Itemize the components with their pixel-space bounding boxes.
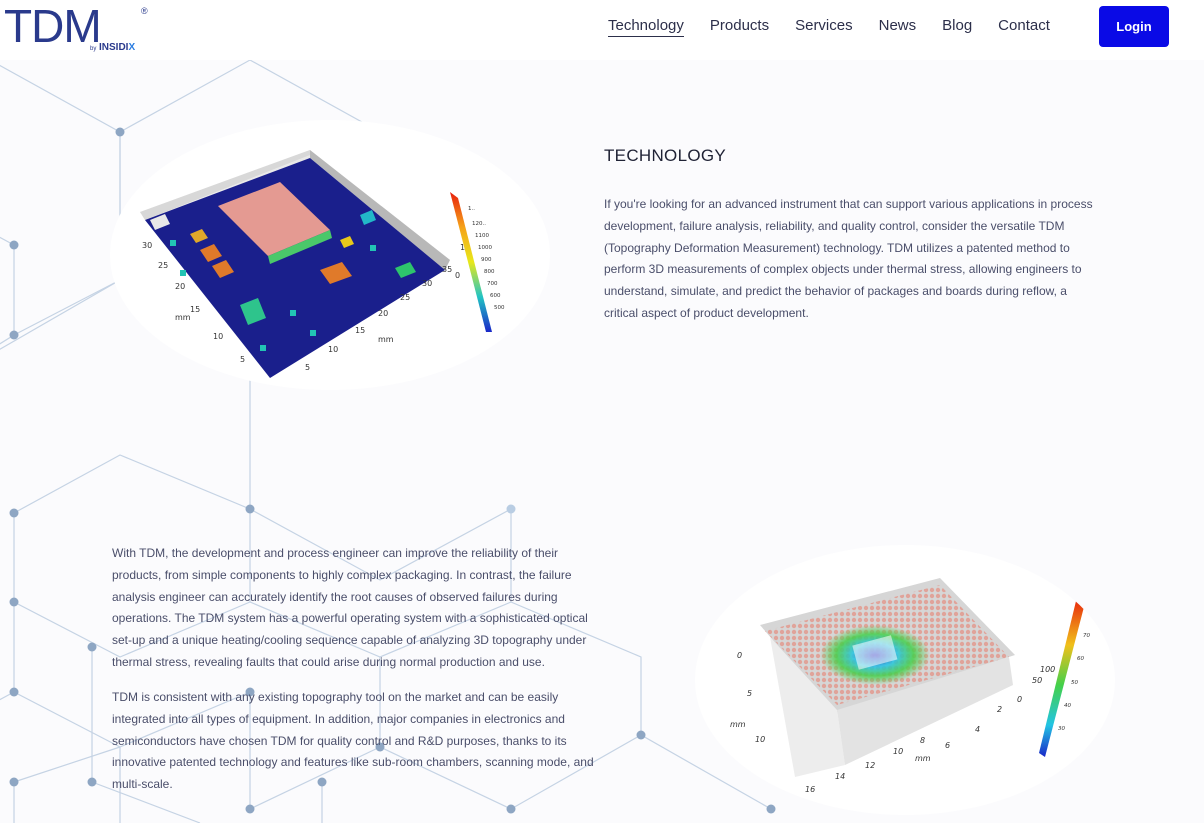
- fig1-x-tick: 10: [213, 332, 223, 341]
- fig2-y-tick: 6: [945, 741, 950, 750]
- fig1-x-tick: 5: [240, 355, 245, 364]
- nav-technology[interactable]: Technology: [608, 16, 684, 37]
- fig1-colorbar-tick: 500: [494, 305, 505, 311]
- compatibility-text: TDM is consistent with any existing topo…: [112, 690, 594, 792]
- fig1-x-tick: 20: [175, 282, 185, 291]
- fig2-y-tick: 8: [920, 736, 925, 745]
- fig2-x-tick: 14: [835, 772, 845, 781]
- fig2-colorbar-tick: 60: [1077, 656, 1084, 662]
- fig2-z-tick: 100: [1040, 665, 1055, 674]
- fig1-y-tick: 20: [378, 309, 388, 318]
- fig2-colorbar-tick: 30: [1058, 726, 1065, 732]
- logo-company: INSIDIX: [99, 42, 135, 53]
- fig2-x-tick: 5: [747, 689, 752, 698]
- fig1-colorbar-tick: 1100: [475, 233, 489, 239]
- fig2-y-tick: 4: [975, 725, 980, 734]
- nav-contact[interactable]: Contact: [998, 16, 1050, 37]
- login-button[interactable]: Login: [1099, 6, 1169, 47]
- fig1-x-tick: 15: [190, 305, 200, 314]
- fig2-y-tick: 10: [893, 747, 903, 756]
- pcb-3d-plot: 5 10 15 20 25 30 mm 5 10 15 20 25 30 35 …: [140, 150, 505, 378]
- nav-services[interactable]: Services: [795, 16, 853, 37]
- fig2-z-tick: 50: [1032, 676, 1042, 685]
- site-header: TDM ® by INSIDIX Technology Products Ser…: [0, 0, 1204, 60]
- fig1-y-tick: 15: [355, 326, 365, 335]
- fig1-colorbar-tick: 600: [490, 293, 501, 299]
- fig2-x-tick: 10: [755, 735, 765, 744]
- fig1-y-tick: 35: [442, 265, 452, 274]
- fig1-colorbar-tick: 1000: [478, 245, 492, 251]
- fig1-axis-label: mm: [378, 335, 394, 344]
- fig1-y-tick: 10: [328, 345, 338, 354]
- fig2-axis-label: mm: [730, 720, 746, 729]
- technology-intro-text: If you're looking for an advanced instru…: [604, 197, 1093, 320]
- logo-wordmark: TDM: [4, 0, 102, 52]
- fig2-colorbar-tick: 70: [1083, 633, 1090, 639]
- fig1-y-tick: 30: [422, 279, 432, 288]
- fig2-y-tick: 2: [997, 705, 1002, 714]
- fig2-x-tick: 16: [805, 785, 815, 794]
- tdm-logo[interactable]: TDM ® by INSIDIX: [4, 0, 154, 56]
- logo-registered-mark: ®: [141, 6, 148, 16]
- logo-by-text: by: [90, 46, 97, 52]
- logo-company-name: INSIDI: [99, 42, 129, 53]
- fig1-colorbar-tick: 700: [487, 281, 498, 287]
- dot-3d-plot: 0 5 10 14 16 mm 2 4 6 8 10 12 mm 0 50 10…: [730, 578, 1090, 794]
- fig1-z-tick: 0: [455, 271, 460, 280]
- fig2-y-tick: 12: [865, 761, 875, 770]
- engineer-benefits-text: With TDM, the development and process en…: [112, 546, 588, 669]
- fig2-axis-label: mm: [915, 754, 931, 763]
- fig1-y-tick: 25: [400, 293, 410, 302]
- fig1-x-tick: 30: [142, 241, 152, 250]
- fig1-x-tick: 25: [158, 261, 168, 270]
- main-nav: Technology Products Services News Blog C…: [608, 16, 1076, 37]
- logo-company-x: X: [128, 42, 136, 53]
- nav-blog[interactable]: Blog: [942, 16, 972, 37]
- nav-news[interactable]: News: [879, 16, 917, 37]
- fig1-colorbar-tick: 900: [481, 257, 492, 263]
- fig1-colorbar-tick: 800: [484, 269, 495, 275]
- fig1-colorbar-tick: 1..: [468, 206, 475, 212]
- fig1-y-tick: 5: [305, 363, 310, 372]
- fig2-colorbar-tick: 40: [1064, 703, 1071, 709]
- fig2-x-tick: 0: [737, 651, 742, 660]
- dot-topography-figure: 0 5 10 14 16 mm 2 4 6 8 10 12 mm 0 50 10…: [695, 545, 1115, 815]
- fig1-axis-label: mm: [175, 313, 191, 322]
- section-title: TECHNOLOGY: [604, 146, 727, 165]
- pcb-topography-figure: 5 10 15 20 25 30 mm 5 10 15 20 25 30 35 …: [110, 120, 550, 390]
- fig1-colorbar-tick: 120..: [472, 221, 486, 227]
- nav-products[interactable]: Products: [710, 16, 769, 37]
- fig2-colorbar-tick: 50: [1071, 680, 1078, 686]
- fig2-z-tick: 0: [1017, 695, 1022, 704]
